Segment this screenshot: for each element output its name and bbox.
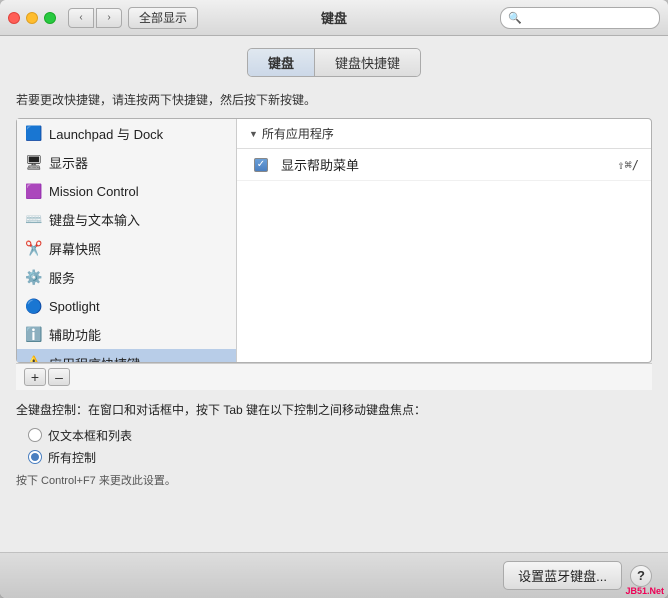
sidebar-item-mission-label: Mission Control <box>49 184 139 199</box>
display-icon: 🖥 <box>25 154 43 172</box>
launchpad-icon: 🟦 <box>25 125 43 143</box>
tab-keyboard[interactable]: 键盘 <box>248 49 315 76</box>
description-text: 若要更改快捷键，请连按两下快捷键，然后按下新按键。 <box>16 91 652 108</box>
maximize-button[interactable] <box>44 12 56 24</box>
search-box: 🔍 <box>500 7 660 29</box>
sidebar-item-services[interactable]: ⚙️ 服务 <box>17 263 236 292</box>
main-window: ‹ › 全部显示 键盘 🔍 键盘 键盘快捷键 若要更改快捷键，请连按两下快捷键，… <box>0 0 668 598</box>
tab-shortcuts[interactable]: 键盘快捷键 <box>315 49 420 76</box>
sidebar-item-keyboard-input-label: 键盘与文本输入 <box>49 210 140 229</box>
sidebar-item-display-label: 显示器 <box>49 153 88 172</box>
sidebar-item-spotlight[interactable]: 🔵 Spotlight <box>17 292 236 320</box>
sidebar-item-accessibility[interactable]: ℹ️ 辅助功能 <box>17 320 236 349</box>
services-icon: ⚙️ <box>25 269 43 287</box>
bottom-section: 全键盘控制：在窗口和对话框中，按下 Tab 键在以下控制之间移动键盘焦点： 仅文… <box>16 402 652 488</box>
sidebar-item-launchpad-label: Launchpad 与 Dock <box>49 124 163 143</box>
full-keyboard-label: 全键盘控制：在窗口和对话框中，按下 Tab 键在以下控制之间移动键盘焦点： <box>16 402 652 419</box>
content-area: 键盘 键盘快捷键 若要更改快捷键，请连按两下快捷键，然后按下新按键。 🟦 Lau… <box>0 36 668 552</box>
checkbox-checked: ✓ <box>254 158 268 172</box>
back-button[interactable]: ‹ <box>68 8 94 28</box>
radio-circle-text-only <box>28 428 42 442</box>
sidebar-item-screenshot[interactable]: ✂️ 屏幕快照 <box>17 234 236 263</box>
title-bar: ‹ › 全部显示 键盘 🔍 <box>0 0 668 36</box>
row-label: 显示帮助菜单 <box>273 155 617 174</box>
tab-bar: 键盘 键盘快捷键 <box>16 48 652 77</box>
sidebar-item-display[interactable]: 🖥 显示器 <box>17 148 236 177</box>
radio-label-text-only: 仅文本框和列表 <box>48 427 132 444</box>
accessibility-icon: ℹ️ <box>25 326 43 344</box>
mission-icon: 🟪 <box>25 182 43 200</box>
checkbox-cell[interactable]: ✓ <box>249 158 273 172</box>
main-panel: 🟦 Launchpad 与 Dock 🖥 显示器 🟪 Mission Contr… <box>16 118 652 363</box>
minimize-button[interactable] <box>26 12 38 24</box>
radio-circle-all-controls <box>28 450 42 464</box>
radio-dot <box>31 453 39 461</box>
add-remove-bar: + – <box>16 363 652 390</box>
nav-buttons: ‹ › <box>68 8 122 28</box>
tab-bar-container: 键盘 键盘快捷键 <box>247 48 421 77</box>
sidebar-item-mission[interactable]: 🟪 Mission Control <box>17 177 236 205</box>
row-shortcut: ⇧⌘/ <box>617 158 639 172</box>
radio-text-only[interactable]: 仅文本框和列表 <box>28 427 652 444</box>
app-shortcuts-icon: ⚠️ <box>25 355 43 363</box>
left-list: 🟦 Launchpad 与 Dock 🖥 显示器 🟪 Mission Contr… <box>17 119 237 362</box>
search-icon: 🔍 <box>508 11 522 24</box>
bottom-hint: 按下 Control+F7 来更改此设置。 <box>16 472 652 488</box>
sidebar-item-screenshot-label: 屏幕快照 <box>49 239 101 258</box>
remove-button[interactable]: – <box>48 368 70 386</box>
search-input[interactable] <box>500 7 660 29</box>
screenshot-icon: ✂️ <box>25 240 43 258</box>
radio-label-all-controls: 所有控制 <box>48 449 96 466</box>
help-button[interactable]: ? <box>630 565 652 587</box>
right-panel-header: 所有应用程序 <box>237 119 651 149</box>
sidebar-item-spotlight-label: Spotlight <box>49 299 100 314</box>
bluetooth-button[interactable]: 设置蓝牙键盘... <box>503 561 622 590</box>
table-row: ✓ 显示帮助菜单 ⇧⌘/ <box>237 149 651 181</box>
sidebar-item-services-label: 服务 <box>49 268 75 287</box>
traffic-lights <box>8 12 56 24</box>
forward-button[interactable]: › <box>96 8 122 28</box>
bottom-bar: 设置蓝牙键盘... ? JB51.Net <box>0 552 668 598</box>
keyboard-input-icon: ⌨️ <box>25 211 43 229</box>
spotlight-icon: 🔵 <box>25 297 43 315</box>
close-button[interactable] <box>8 12 20 24</box>
sidebar-item-keyboard-input[interactable]: ⌨️ 键盘与文本输入 <box>17 205 236 234</box>
window-title: 键盘 <box>321 8 347 27</box>
sidebar-item-accessibility-label: 辅助功能 <box>49 325 101 344</box>
show-all-button[interactable]: 全部显示 <box>128 7 198 29</box>
sidebar-item-launchpad[interactable]: 🟦 Launchpad 与 Dock <box>17 119 236 148</box>
watermark: JB51.Net <box>625 586 664 596</box>
sidebar-item-app-shortcuts[interactable]: ⚠️ 应用程序快捷键 <box>17 349 236 362</box>
sidebar-item-app-shortcuts-label: 应用程序快捷键 <box>49 354 140 362</box>
add-button[interactable]: + <box>24 368 46 386</box>
radio-group: 仅文本框和列表 所有控制 <box>28 427 652 466</box>
radio-all-controls[interactable]: 所有控制 <box>28 449 652 466</box>
right-panel: 所有应用程序 ✓ 显示帮助菜单 ⇧⌘/ <box>237 119 651 362</box>
